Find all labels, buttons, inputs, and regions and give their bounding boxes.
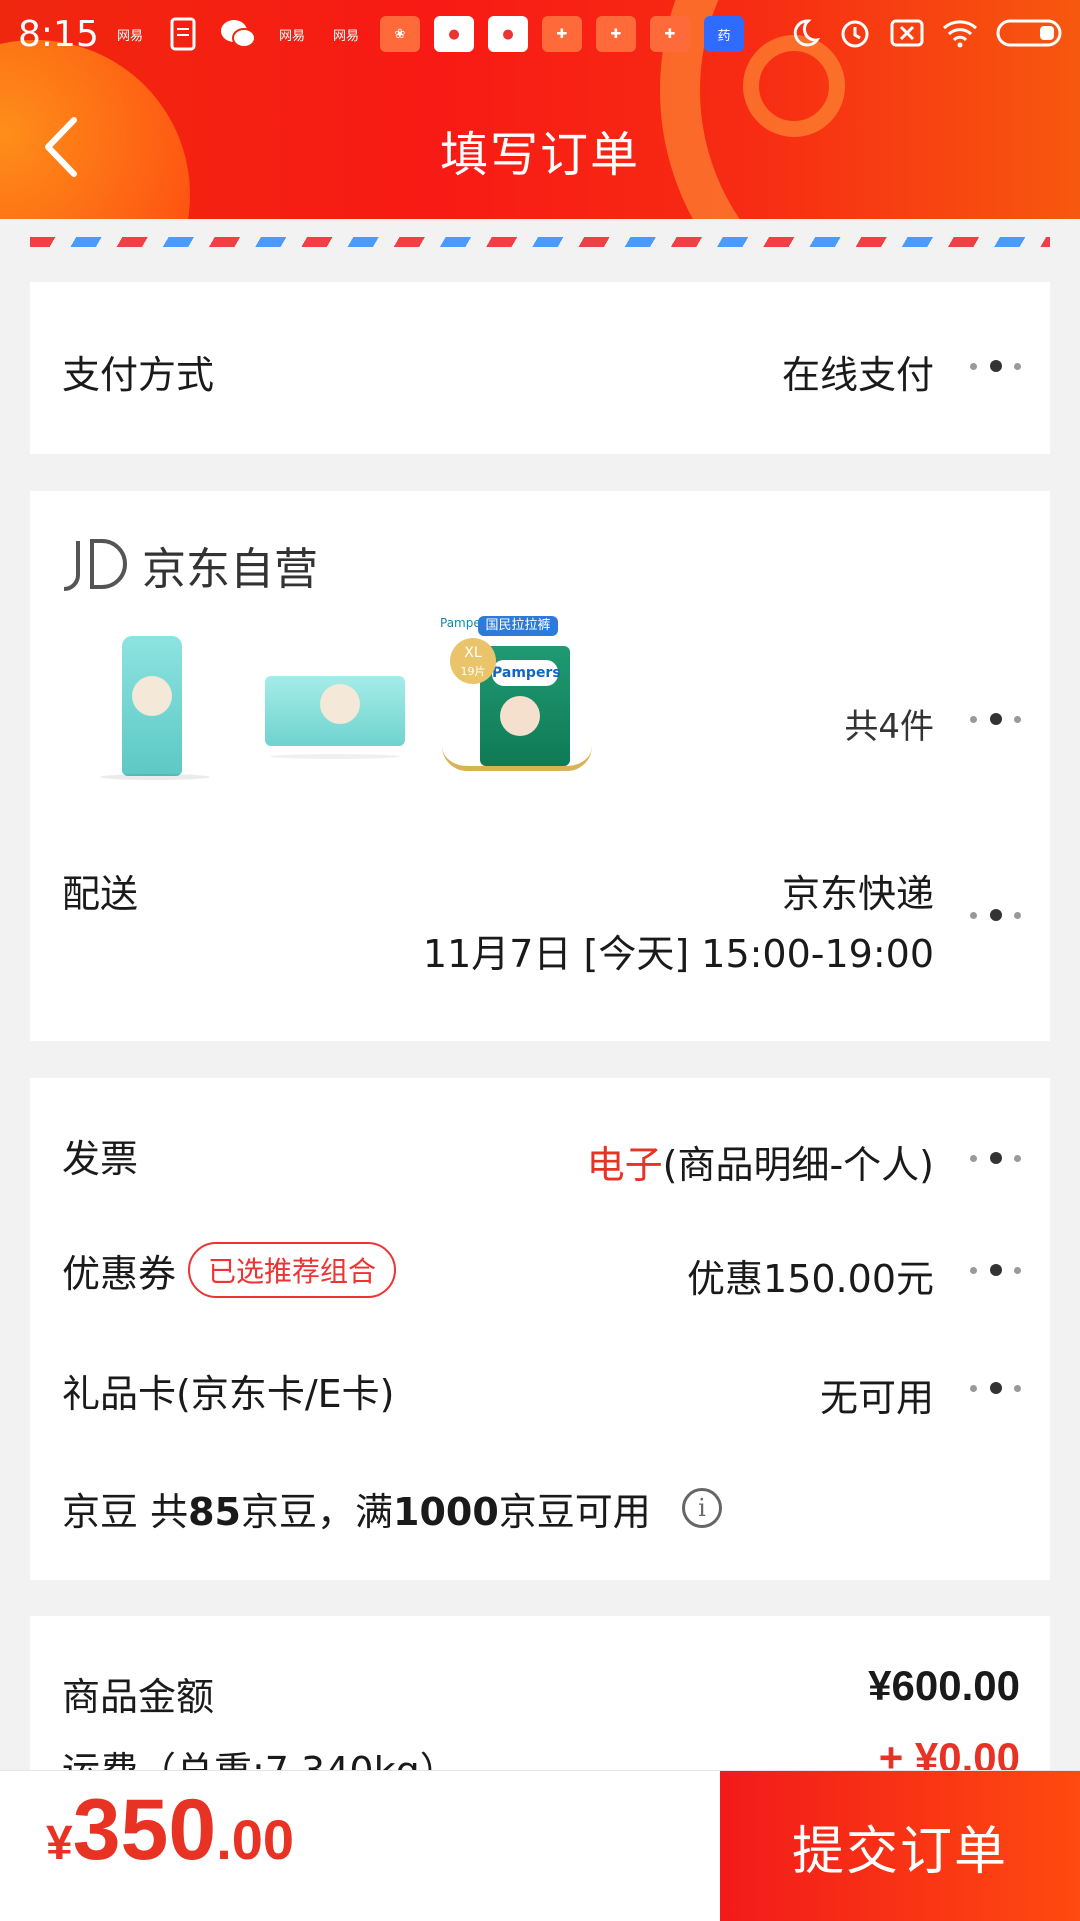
more-dots-icon[interactable] — [970, 360, 1022, 372]
coupon-label: 优惠券 已选推荐组合 — [62, 1242, 397, 1298]
jd-logo-icon — [63, 539, 127, 591]
goods-amount-value: ¥600.00 — [868, 1662, 1020, 1709]
discounts-card: 发票 电子(商品明细-个人) 优惠券 已选推荐组合 优惠150.00元 礼品卡(京… — [30, 1078, 1050, 1580]
header: 8:15 网易 网易 网易 ❀ ● ● ✚ ✚ ✚ 药 填写订单 — [0, 0, 1080, 219]
more-dots-icon[interactable] — [970, 909, 1022, 921]
status-time: 8:15 — [18, 14, 99, 55]
product-thumbnail[interactable] — [260, 666, 410, 776]
invoice-label: 发票 — [62, 1137, 139, 1181]
app-icon: ✚ — [650, 16, 690, 52]
battery-icon — [996, 19, 1062, 47]
product-thumbnail[interactable]: Pampers 国民拉拉裤 Pampers XL 19片 — [440, 616, 620, 786]
no-sim-icon — [890, 19, 924, 47]
delivery-label: 配送 — [62, 872, 139, 916]
submit-order-button[interactable]: 提交订单 — [720, 1771, 1080, 1921]
moon-icon — [793, 19, 820, 47]
netease-icon: 网易 — [116, 28, 143, 44]
app-icon: ✚ — [596, 16, 636, 52]
shop-name: 京东自营 — [142, 544, 318, 595]
more-dots-icon[interactable] — [970, 1264, 1022, 1276]
more-dots-icon[interactable] — [970, 1382, 1022, 1394]
giftcard-label: 礼品卡(京东卡/E卡) — [62, 1372, 395, 1416]
jingdou-text: 京豆 共85京豆，满1000京豆可用 — [62, 1490, 651, 1534]
app-icon: ● — [488, 16, 528, 52]
invoice-value[interactable]: 电子(商品明细-个人) — [587, 1134, 934, 1189]
app-icon: ● — [434, 16, 474, 52]
alarm-icon — [841, 20, 869, 48]
notification-icons: 网易 网易 网易 ❀ ● ● ✚ ✚ ✚ 药 — [110, 16, 744, 52]
delivery-time: 11月7日 [今天] 15:00-19:00 — [422, 932, 934, 976]
wechat-icon — [218, 16, 258, 52]
goods-amount-label: 商品金额 — [62, 1675, 215, 1719]
system-icons — [788, 16, 1062, 50]
total-price: ¥350.00 — [46, 1782, 295, 1878]
envelope-stripe — [30, 237, 1050, 247]
payment-label: 支付方式 — [62, 353, 215, 397]
more-dots-icon[interactable] — [970, 713, 1022, 725]
app-icon: ❀ — [380, 16, 420, 52]
bottom-bar: ¥350.00 提交订单 — [0, 1770, 1080, 1921]
netease-icon: 网易 — [278, 28, 305, 44]
status-bar: 8:15 网易 网易 网易 ❀ ● ● ✚ ✚ ✚ 药 — [0, 0, 1080, 70]
product-thumbnail[interactable] — [80, 626, 230, 786]
giftcard-value[interactable]: 无可用 — [820, 1367, 934, 1422]
pharmacy-icon: 药 — [704, 16, 744, 52]
more-dots-icon[interactable] — [970, 1152, 1022, 1164]
document-icon — [164, 16, 204, 52]
shop-card: 京东自营 Pampers 国民拉拉裤 Pampers XL 19片 共4件 配送 … — [30, 491, 1050, 1041]
app-icon: ✚ — [542, 16, 582, 52]
wifi-icon — [943, 20, 977, 48]
coupon-recommended-badge: 已选推荐组合 — [188, 1242, 397, 1298]
info-icon[interactable]: i — [682, 1488, 722, 1528]
coupon-value[interactable]: 优惠150.00元 — [687, 1248, 934, 1303]
netease-icon: 网易 — [332, 28, 359, 44]
page-title: 填写订单 — [439, 127, 640, 183]
payment-value: 在线支付 — [781, 353, 934, 397]
delivery-carrier: 京东快递 — [781, 872, 934, 916]
payment-card[interactable]: 支付方式 在线支付 — [30, 282, 1050, 454]
product-count[interactable]: 共4件 — [844, 699, 934, 748]
